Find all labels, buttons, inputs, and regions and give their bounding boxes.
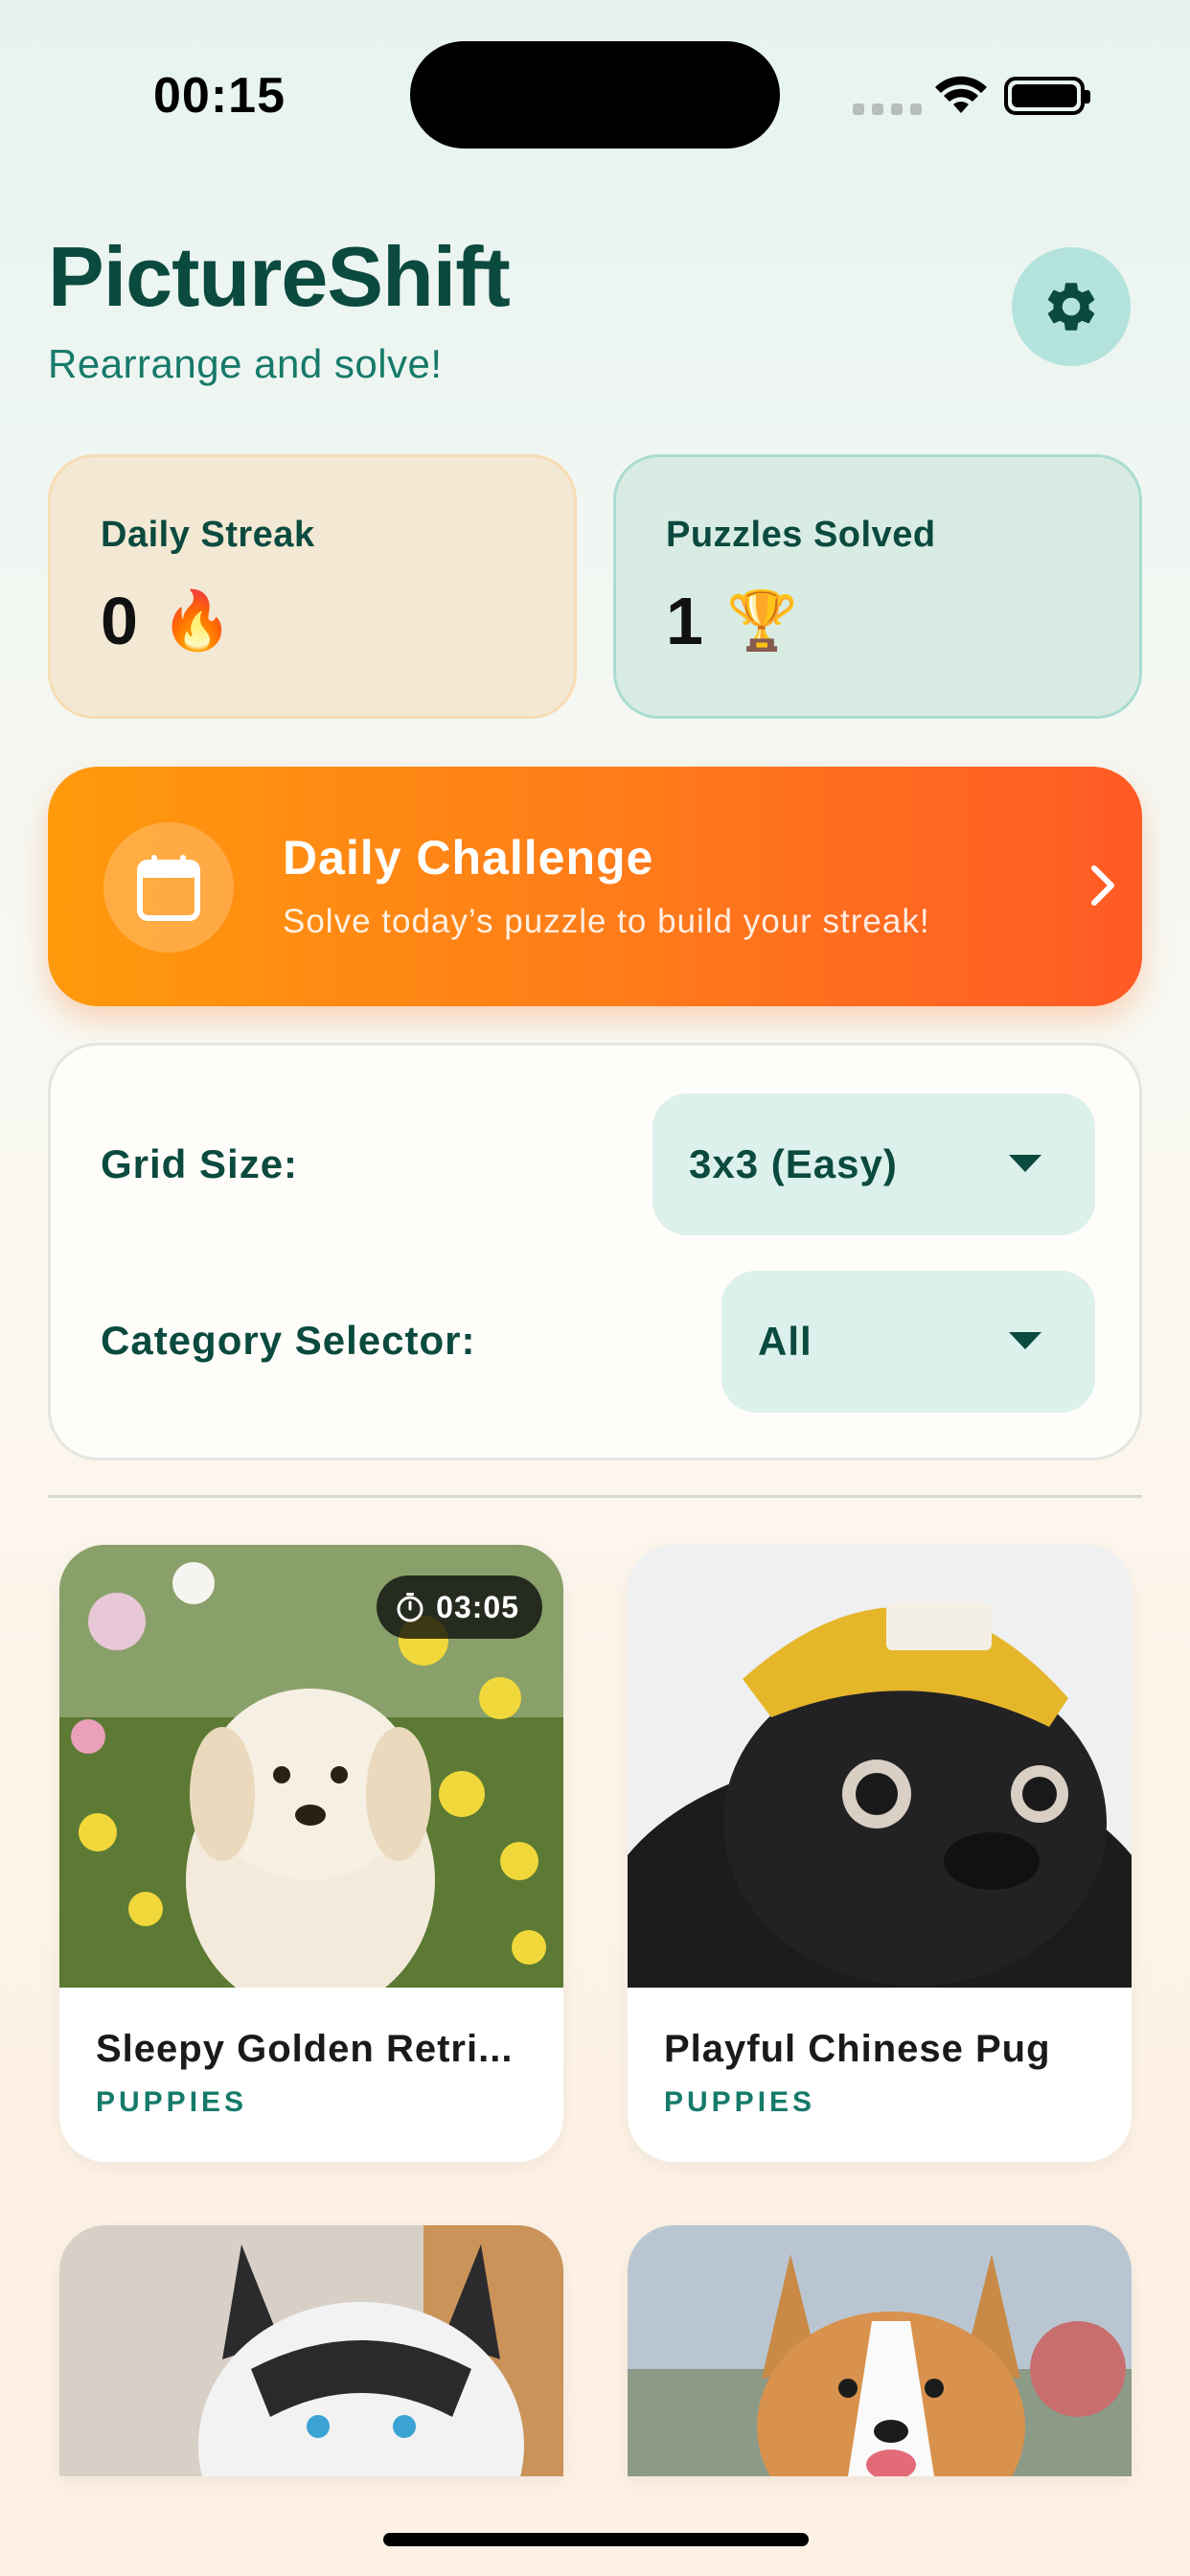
- puzzle-options-panel: Grid Size: 3x3 (Easy) Category Selector:…: [48, 1043, 1142, 1460]
- puzzles-solved-value: 1: [666, 584, 703, 658]
- daily-streak-value: 0: [101, 584, 138, 658]
- puzzle-thumbnail: 03:05: [59, 1545, 563, 1988]
- calendar-icon-circle: [103, 822, 234, 953]
- calendar-icon: [137, 855, 200, 921]
- home-indicator[interactable]: [383, 2533, 809, 2546]
- app-title: PictureShift: [48, 229, 511, 324]
- puzzle-card[interactable]: Playful Chinese Pug PUPPIES: [628, 1545, 1132, 2162]
- daily-challenge-title: Daily Challenge: [283, 831, 654, 885]
- puzzle-title: Sleepy Golden Retri...: [96, 2028, 514, 2070]
- status-time: 00:15: [153, 68, 286, 124]
- grid-size-value: 3x3 (Easy): [689, 1141, 898, 1186]
- category-selector-label: Category Selector:: [101, 1318, 476, 1363]
- dropdown-arrow-icon: [1009, 1332, 1041, 1349]
- timer-value: 03:05: [436, 1589, 519, 1624]
- puzzle-card[interactable]: 03:05 Sleepy Golden Retri... PUPPIES: [59, 1545, 563, 2162]
- puzzle-category: PUPPIES: [96, 2086, 248, 2118]
- daily-challenge-subtitle: Solve today’s puzzle to build your strea…: [283, 903, 930, 940]
- daily-streak-label: Daily Streak: [101, 515, 315, 555]
- category-value: All: [758, 1319, 812, 1364]
- grid-size-label: Grid Size:: [101, 1141, 299, 1186]
- puzzle-thumbnail: [628, 2225, 1132, 2476]
- puzzle-card[interactable]: [628, 2225, 1132, 2476]
- fire-icon: 🔥: [160, 588, 233, 653]
- puzzles-solved-label: Puzzles Solved: [666, 515, 936, 555]
- stopwatch-icon: [397, 1593, 423, 1622]
- timer-badge: 03:05: [377, 1576, 542, 1639]
- puzzle-title: Playful Chinese Pug: [664, 2028, 1051, 2070]
- divider: [48, 1495, 1142, 1498]
- daily-challenge-button[interactable]: Daily Challenge Solve today’s puzzle to …: [48, 767, 1142, 1006]
- grid-size-select[interactable]: 3x3 (Easy): [652, 1093, 1095, 1235]
- category-select[interactable]: All: [721, 1271, 1095, 1413]
- puzzle-thumbnail: [628, 1545, 1132, 1988]
- wifi-icon: [935, 76, 987, 113]
- battery-icon: [1004, 77, 1090, 115]
- puzzle-thumbnail: [59, 2225, 563, 2476]
- trophy-icon: 🏆: [725, 588, 798, 653]
- cellular-signal-icon: [853, 104, 922, 115]
- puzzles-solved-card: Puzzles Solved 1 🏆: [613, 454, 1142, 719]
- dynamic-island: [410, 41, 780, 149]
- app-subtitle: Rearrange and solve!: [48, 341, 443, 386]
- dropdown-arrow-icon: [1009, 1155, 1041, 1172]
- puzzle-category: PUPPIES: [664, 2086, 816, 2118]
- settings-button[interactable]: [1012, 247, 1131, 366]
- puzzle-card[interactable]: [59, 2225, 563, 2476]
- gear-icon: [1047, 283, 1095, 331]
- chevron-right-icon: [1091, 865, 1114, 906]
- daily-streak-card: Daily Streak 0 🔥: [48, 454, 577, 719]
